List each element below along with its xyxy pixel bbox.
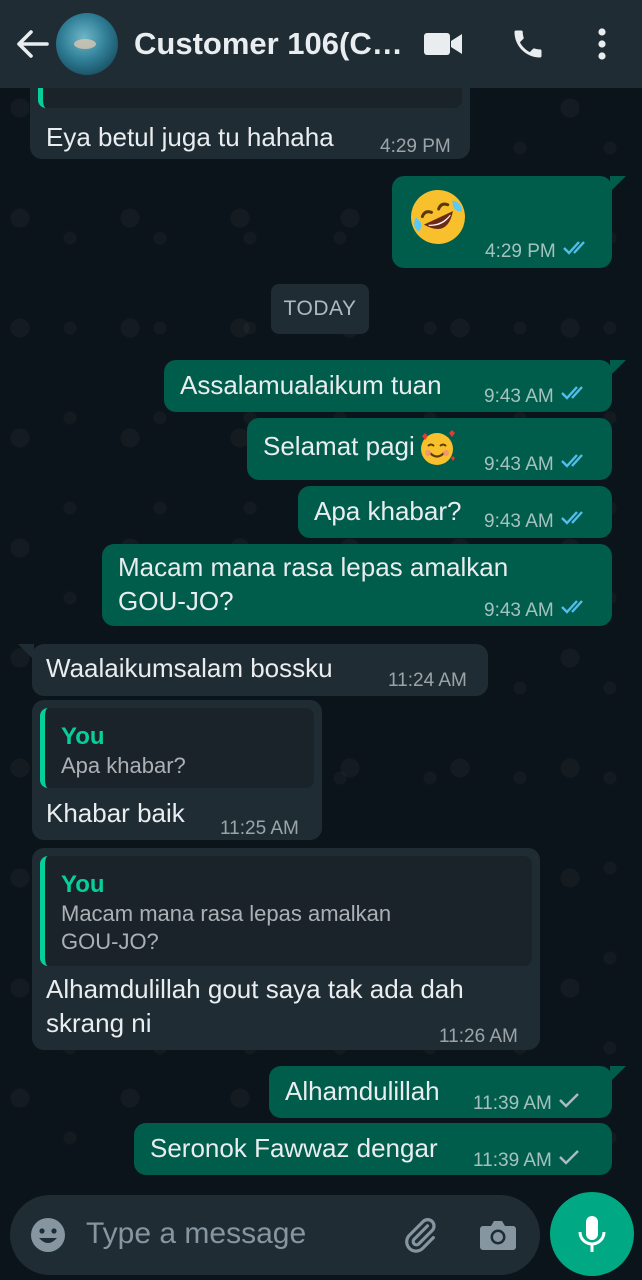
message-text-line: skrang ni — [46, 1008, 152, 1038]
message-time-row: 9:43 AM — [484, 448, 590, 482]
rolling-laughing-emoji-icon — [411, 190, 465, 244]
message-text: Eya betul juga tu hahaha — [46, 122, 334, 152]
read-receipt-icon — [560, 594, 590, 628]
message-time: 11:24 AM — [388, 670, 467, 691]
message-outgoing[interactable]: Assalamualaikum tuan 9:43 AM — [164, 360, 626, 414]
more-options-icon[interactable] — [588, 22, 616, 66]
message-outgoing[interactable]: Macam mana rasa lepas amalkan GOU-JO? 9:… — [102, 544, 612, 626]
message-text: Alhamdulillah gout saya tak ada dah skra… — [46, 972, 464, 1040]
message-text: Selamat pagi — [263, 430, 415, 461]
message-outgoing[interactable]: Seronok Fawwaz dengar 11:39 AM — [134, 1123, 612, 1175]
message-outgoing[interactable]: Apa khabar? 9:43 AM — [298, 486, 612, 538]
quote-text-line: Macam mana rasa lepas amalkan — [61, 901, 392, 926]
message-time-row: 9:43 AM — [484, 594, 590, 628]
quote-author: You — [61, 871, 105, 898]
message-time: 11:39 AM — [473, 1150, 552, 1172]
message-input[interactable]: Type a message — [86, 1217, 306, 1251]
message-composer[interactable]: Type a message — [10, 1195, 540, 1275]
quoted-message[interactable]: You Macam mana rasa lepas amalkan GOU-JO… — [40, 856, 532, 966]
message-incoming[interactable]: Eya betul juga tu hahaha 4:29 PM — [30, 88, 470, 159]
microphone-icon — [578, 1216, 606, 1252]
chat-header: Customer 106(Ci... — [0, 0, 642, 88]
message-text: Khabar baik — [46, 798, 185, 828]
message-time: 11:26 AM — [439, 1026, 518, 1047]
message-time: 9:43 AM — [484, 386, 554, 408]
contact-name[interactable]: Customer 106(Ci... — [134, 26, 404, 62]
message-text: Apa khabar? — [314, 496, 462, 526]
message-time: 9:43 AM — [484, 511, 554, 533]
voice-message-button[interactable] — [550, 1192, 634, 1276]
voice-call-icon[interactable] — [508, 22, 548, 66]
message-incoming[interactable]: Waalaikumsalam bossku 11:24 AM — [18, 644, 488, 696]
message-text-row: Selamat pagi — [263, 428, 457, 468]
message-outgoing[interactable]: Alhamdulillah 11:39 AM — [269, 1066, 626, 1121]
message-text-line: Alhamdulillah gout saya tak ada dah — [46, 974, 464, 1004]
message-text: Macam mana rasa lepas amalkan GOU-JO? — [118, 550, 508, 618]
message-outgoing[interactable]: Selamat pagi 9:43 AM — [247, 418, 612, 480]
message-time-row: 11:39 AM — [473, 1087, 580, 1121]
read-receipt-icon — [560, 380, 590, 414]
camera-icon[interactable] — [476, 1213, 520, 1257]
read-receipt-icon — [562, 235, 592, 269]
message-text: Seronok Fawwaz dengar — [150, 1133, 438, 1163]
message-text-line: Macam mana rasa lepas amalkan — [118, 552, 509, 582]
message-text-line: GOU-JO? — [118, 586, 234, 616]
message-text: Alhamdulillah — [285, 1076, 440, 1106]
emoji-icon[interactable] — [28, 1215, 68, 1255]
message-time: 11:25 AM — [220, 818, 299, 839]
date-separator: TODAY — [271, 284, 369, 334]
message-time-row: 9:43 AM — [484, 505, 590, 539]
message-time: 9:43 AM — [484, 600, 554, 622]
message-time-row: 9:43 AM — [484, 380, 590, 414]
contact-avatar[interactable] — [56, 13, 118, 75]
attach-paperclip-icon[interactable] — [398, 1213, 442, 1257]
message-time: 4:29 PM — [485, 241, 556, 263]
quoted-message[interactable]: You Apa khabar? — [40, 708, 314, 788]
quote-text: Apa khabar? — [61, 753, 186, 778]
smiling-face-with-hearts-emoji-icon — [420, 430, 455, 465]
message-time: 9:43 AM — [484, 454, 554, 476]
message-time-row: 4:29 PM — [485, 235, 592, 269]
quote-text: Macam mana rasa lepas amalkan GOU-JO? — [61, 900, 391, 956]
read-receipt-icon — [560, 505, 590, 539]
message-incoming[interactable]: You Macam mana rasa lepas amalkan GOU-JO… — [32, 848, 540, 1050]
back-arrow-icon[interactable] — [10, 14, 54, 74]
quote-text-line: GOU-JO? — [61, 929, 159, 954]
message-incoming[interactable]: You Apa khabar? Khabar baik 11:25 AM — [32, 700, 322, 840]
sent-tick-icon — [558, 1087, 580, 1121]
message-text: Assalamualaikum tuan — [180, 370, 442, 400]
message-time: 4:29 PM — [380, 136, 451, 157]
chat-area[interactable]: Eya betul juga tu hahaha 4:29 PM 4:29 PM… — [0, 88, 642, 1190]
read-receipt-icon — [560, 448, 590, 482]
message-text: Waalaikumsalam bossku — [46, 653, 333, 683]
message-outgoing[interactable]: 4:29 PM — [392, 176, 626, 269]
sent-tick-icon — [558, 1144, 580, 1178]
quoted-message-fragment — [38, 88, 462, 108]
message-time: 11:39 AM — [473, 1093, 552, 1115]
quote-author: You — [61, 723, 105, 750]
message-time-row: 11:39 AM — [473, 1144, 580, 1178]
video-call-icon[interactable] — [422, 22, 464, 66]
